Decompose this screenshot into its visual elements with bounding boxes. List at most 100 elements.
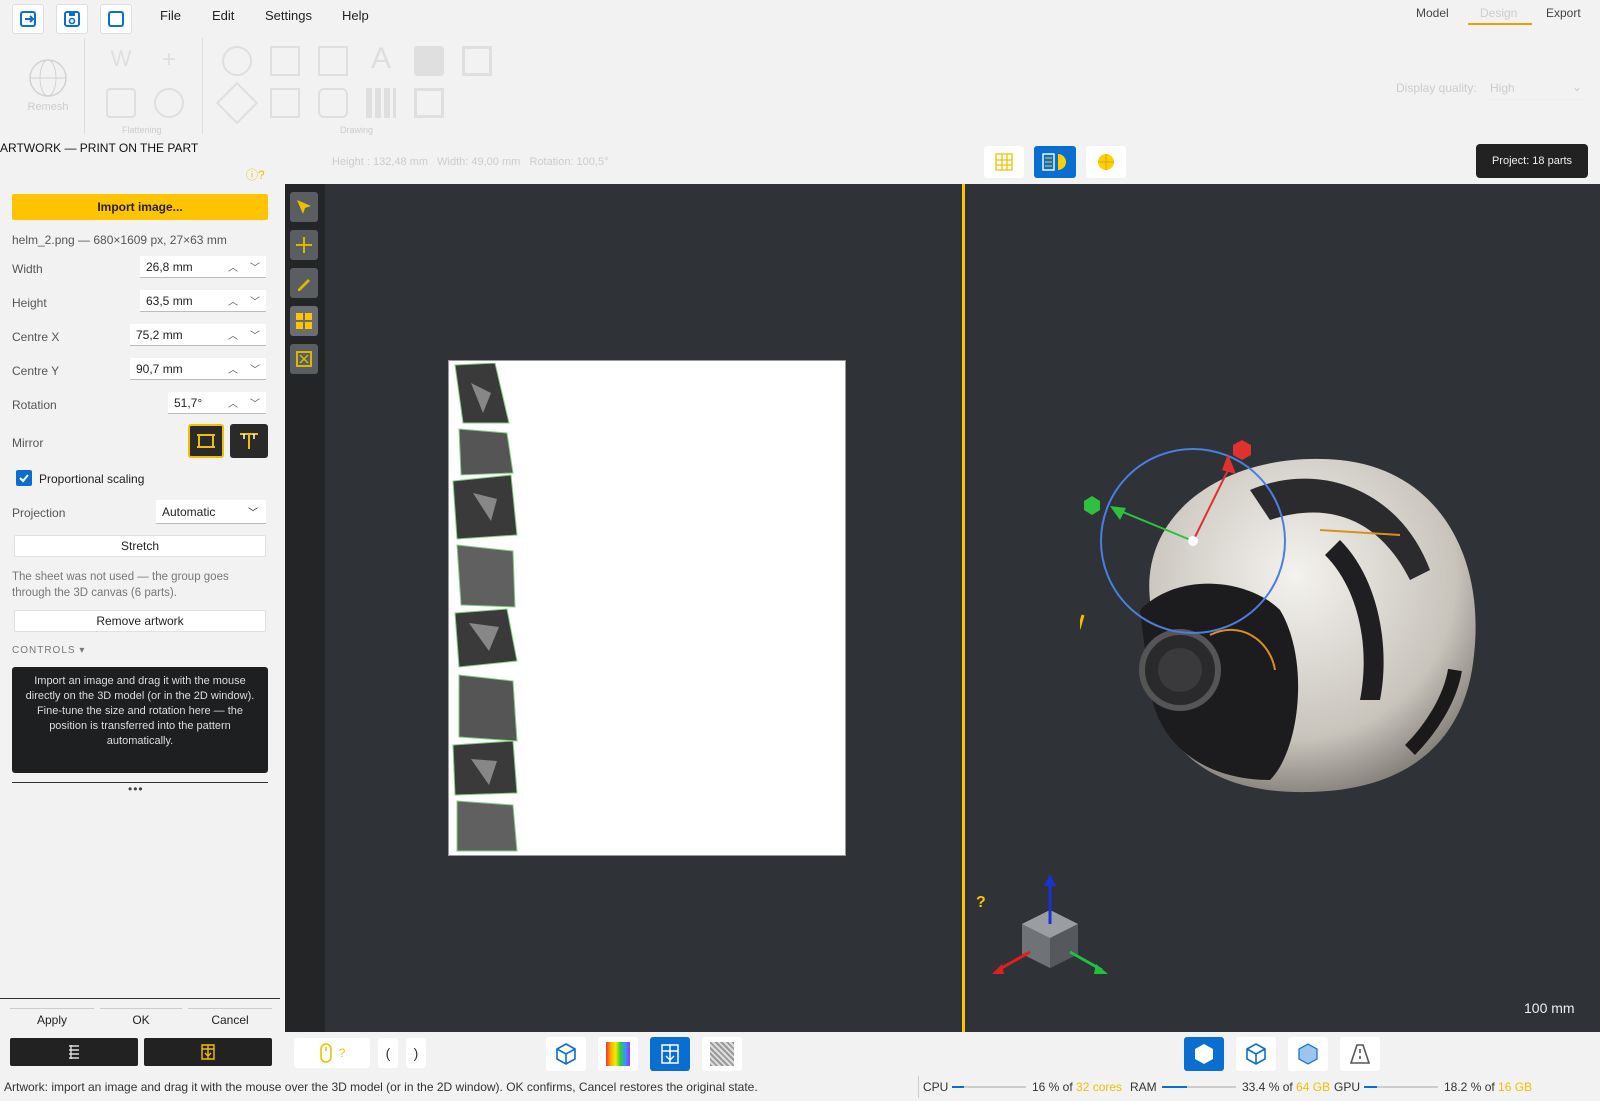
wire-view-button[interactable] xyxy=(1236,1037,1276,1071)
chevron-up-icon[interactable]: ︿ xyxy=(222,395,244,410)
chevron-down-icon[interactable]: ﹀ xyxy=(244,361,266,376)
remove-artwork-button[interactable]: Remove artwork xyxy=(14,610,266,632)
cpu-label: CPU xyxy=(923,1080,949,1094)
rotation-stepper[interactable]: 51,7° ︿ ﹀ xyxy=(168,392,266,414)
tab-export[interactable]: Export xyxy=(1546,6,1581,20)
pattern-button[interactable] xyxy=(144,1038,272,1066)
height-value: 63,5 mm xyxy=(146,293,193,308)
transparent-cube-icon xyxy=(1298,1043,1318,1065)
axis-cube-widget[interactable] xyxy=(990,874,1110,984)
ribbon-square-icon[interactable] xyxy=(414,88,444,118)
chevron-down-icon[interactable]: ﹀ xyxy=(244,293,266,308)
hatch-view-button[interactable] xyxy=(702,1037,742,1071)
display-quality-select[interactable]: High ⌄ xyxy=(1484,76,1588,100)
controls-help-text: Import an image and drag it with the mou… xyxy=(25,675,255,747)
chevron-down-icon[interactable]: ﹀ xyxy=(244,327,266,342)
grid-view-button[interactable] xyxy=(984,146,1024,178)
help-hint-icon[interactable]: ⓘ? xyxy=(246,166,265,183)
centre-x-stepper[interactable]: 75,2 mm ︿ ﹀ xyxy=(130,324,266,346)
next-label: ) xyxy=(413,1045,419,1061)
controls-help-box: Import an image and drag it with the mou… xyxy=(12,667,268,773)
menu-file[interactable]: File xyxy=(160,8,181,23)
chevron-down-icon[interactable]: ﹀ xyxy=(244,395,266,410)
ribbon-lasso-icon[interactable] xyxy=(222,46,252,76)
perspective-view-button[interactable] xyxy=(1340,1037,1380,1071)
pattern-icon xyxy=(201,1044,215,1060)
chevron-up-icon[interactable]: ︿ xyxy=(222,293,244,308)
ribbon-gear-icon[interactable] xyxy=(154,88,184,118)
help-mark[interactable]: ? xyxy=(976,894,986,912)
color-gradient-button[interactable] xyxy=(598,1037,638,1071)
edit-icon xyxy=(298,279,310,291)
controls-section-header[interactable]: CONTROLS ▾ xyxy=(12,645,85,656)
menu-help[interactable]: Help xyxy=(342,8,369,23)
ram-meter-fill xyxy=(1162,1086,1187,1088)
ok-button[interactable]: OK xyxy=(100,1008,182,1030)
height-label: Height xyxy=(12,296,47,310)
chevron-up-icon[interactable]: ︿ xyxy=(222,327,244,342)
wireframe-cube-button[interactable] xyxy=(546,1037,586,1071)
pattern-texture-icon xyxy=(661,1044,679,1064)
save-icon-button[interactable] xyxy=(56,4,88,34)
chevron-down-icon[interactable]: ﹀ xyxy=(244,259,266,274)
prev-button[interactable]: ( xyxy=(378,1038,398,1068)
arrange-icon xyxy=(296,313,312,329)
tab-model[interactable]: Model xyxy=(1416,6,1449,20)
ribbon-plus-icon[interactable]: + xyxy=(154,46,184,76)
tab-design[interactable]: Design xyxy=(1480,6,1517,20)
ribbon-text-icon[interactable]: A xyxy=(366,42,396,75)
fit-tool-button[interactable] xyxy=(290,344,318,374)
ribbon-pen-icon[interactable] xyxy=(270,88,300,118)
remesh-button[interactable]: Remesh xyxy=(20,58,76,118)
exit-icon-button[interactable] xyxy=(12,4,44,34)
sphere-view-button[interactable] xyxy=(1086,146,1126,178)
pattern-sheet[interactable] xyxy=(448,360,846,856)
artwork-pieces[interactable] xyxy=(451,363,523,853)
ribbon-frame-icon[interactable] xyxy=(462,46,492,76)
mirror-horizontal-button[interactable] xyxy=(188,424,224,458)
layers-button[interactable] xyxy=(10,1038,138,1066)
transform-gizmo[interactable] xyxy=(1080,430,1300,650)
ribbon-grid-icon[interactable] xyxy=(366,88,396,118)
width-stepper[interactable]: 26,8 mm ︿ ﹀ xyxy=(140,256,266,278)
gpu-usage: 18.2 % of 16 GB xyxy=(1444,1080,1532,1094)
new-icon-button[interactable] xyxy=(100,4,132,34)
height-stepper[interactable]: 63,5 mm ︿ ﹀ xyxy=(140,290,266,312)
ribbon-tag-icon[interactable] xyxy=(414,46,444,76)
mirror-vertical-button[interactable] xyxy=(230,424,268,458)
split-view-icon xyxy=(1042,153,1066,171)
texture-view-button[interactable] xyxy=(650,1037,690,1071)
cancel-button[interactable]: Cancel xyxy=(188,1008,272,1030)
centre-y-stepper[interactable]: 90,7 mm ︿ ﹀ xyxy=(130,358,266,380)
gpu-meter xyxy=(1364,1086,1438,1088)
split-view-button[interactable] xyxy=(1034,146,1076,178)
ribbon-eraser-icon[interactable] xyxy=(215,81,259,125)
ribbon-monitor-icon[interactable] xyxy=(318,46,348,76)
chevron-up-icon[interactable]: ︿ xyxy=(222,259,244,274)
arrange-tool-button[interactable] xyxy=(290,306,318,336)
apply-button[interactable]: Apply xyxy=(10,1008,94,1030)
chevron-up-icon[interactable]: ︿ xyxy=(222,361,244,376)
import-image-button[interactable]: Import image... xyxy=(12,194,268,220)
move-tool-button[interactable] xyxy=(290,230,318,260)
stretch-button[interactable]: Stretch xyxy=(14,535,266,557)
menu-settings[interactable]: Settings xyxy=(265,8,312,23)
projection-select[interactable]: Automatic ﹀ xyxy=(156,500,266,524)
mouse-hint-button[interactable]: ? xyxy=(294,1038,370,1068)
selection-info: Height : 132,48 mm Width: 49,00 mm Rotat… xyxy=(332,156,609,168)
proportional-scaling-checkbox[interactable] xyxy=(16,470,32,486)
menu-edit[interactable]: Edit xyxy=(212,8,234,23)
ribbon-select-icon[interactable] xyxy=(270,46,300,76)
next-button[interactable]: ) xyxy=(406,1038,426,1068)
transparent-view-button[interactable] xyxy=(1288,1037,1328,1071)
edit-tool-button[interactable] xyxy=(290,268,318,298)
split-divider[interactable] xyxy=(962,184,965,1032)
ribbon-spring-icon[interactable] xyxy=(106,88,136,118)
ribbon-pattern-icon[interactable] xyxy=(318,88,348,118)
cpu-usage: 16 % of 32 cores xyxy=(1032,1080,1122,1094)
solid-view-button[interactable] xyxy=(1184,1037,1224,1071)
select-tool-button[interactable] xyxy=(290,192,318,222)
mirror-label: Mirror xyxy=(12,436,44,450)
ribbon-w-icon[interactable]: W xyxy=(106,46,136,76)
resize-handle[interactable]: ••• xyxy=(128,782,144,796)
